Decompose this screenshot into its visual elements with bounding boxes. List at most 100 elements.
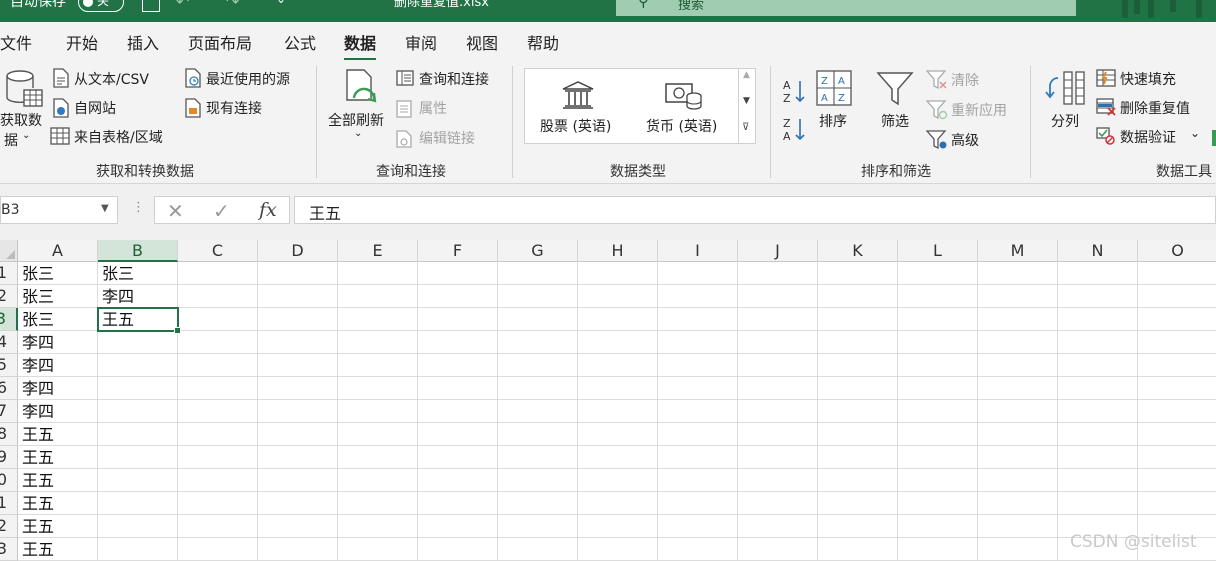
row-header-13[interactable]: 13 xyxy=(0,538,18,561)
cell-a4[interactable]: 李四 xyxy=(18,331,98,354)
row-header-7[interactable]: 7 xyxy=(0,400,18,423)
select-all-corner[interactable] xyxy=(0,240,18,262)
cell-b2[interactable]: 李四 xyxy=(98,285,178,308)
row-header-8[interactable]: 8 xyxy=(0,423,18,446)
row-header-11[interactable]: 11 xyxy=(0,492,18,515)
column-header-a[interactable]: A xyxy=(18,240,98,262)
row-number: 6 xyxy=(0,377,7,399)
row-number: 7 xyxy=(0,400,7,422)
cell-a11[interactable]: 王五 xyxy=(18,492,98,515)
row-header-1[interactable]: 1 xyxy=(0,262,18,285)
column-header-b[interactable]: B xyxy=(98,240,178,262)
row-header-12[interactable]: 12 xyxy=(0,515,18,538)
column-header-h[interactable]: H xyxy=(578,240,658,262)
tab-review[interactable]: 审阅 xyxy=(405,30,437,54)
row-header-10[interactable]: 10 xyxy=(0,469,18,492)
cell-a3[interactable]: 张三 xyxy=(18,308,98,331)
column-header-k[interactable]: K xyxy=(818,240,898,262)
tab-formulas[interactable]: 公式 xyxy=(284,30,316,54)
stocks-label: 股票 (英语) xyxy=(540,119,612,135)
svg-text:A: A xyxy=(783,130,791,142)
search-box[interactable]: ⚲ 搜索 xyxy=(616,0,1076,16)
cell-a10[interactable]: 王五 xyxy=(18,469,98,492)
name-box[interactable]: B3 ▼ xyxy=(0,196,118,224)
funnel-icon xyxy=(876,72,914,106)
row-number: 13 xyxy=(0,538,7,560)
row-header-6[interactable]: 6 xyxy=(0,377,18,400)
customize-qat-icon[interactable]: ⌄ xyxy=(276,0,286,6)
cancel-icon[interactable]: ✕ xyxy=(167,199,184,223)
file-name[interactable]: 删除重复值.xlsx xyxy=(394,0,489,10)
svg-text:Z: Z xyxy=(821,76,828,87)
search-placeholder: 搜索 xyxy=(678,0,705,13)
gallery-more-icon[interactable]: ⊽ xyxy=(742,122,749,133)
cell-a8[interactable]: 王五 xyxy=(18,423,98,446)
tab-data[interactable]: 数据 xyxy=(344,30,377,61)
cell-a9[interactable]: 王五 xyxy=(18,446,98,469)
search-icon: ⚲ xyxy=(638,0,649,10)
column-header-o[interactable]: O xyxy=(1138,240,1216,262)
cell-a1[interactable]: 张三 xyxy=(18,262,98,285)
row-header-9[interactable]: 9 xyxy=(0,446,18,469)
from-text-label: 从文本/CSV xyxy=(74,72,149,88)
filter-label: 筛选 xyxy=(881,114,909,130)
gallery-scroll[interactable]: ▲ ▼ ⊽ xyxy=(738,68,756,144)
column-header-d[interactable]: D xyxy=(258,240,338,262)
group-separator xyxy=(1030,66,1031,178)
save-icon[interactable] xyxy=(142,0,160,12)
row-header-2[interactable]: 2 xyxy=(0,285,18,308)
formula-input[interactable]: 王五 xyxy=(294,196,1216,224)
column-header-l[interactable]: L xyxy=(898,240,978,262)
cell-a5[interactable]: 李四 xyxy=(18,354,98,377)
column-header-n[interactable]: N xyxy=(1058,240,1138,262)
data-validation-icon xyxy=(1096,127,1115,145)
queries-connections-label: 查询和连接 xyxy=(419,72,489,88)
connection-file-icon xyxy=(185,98,201,118)
flash-fill-icon xyxy=(1096,69,1116,87)
column-header-c[interactable]: C xyxy=(178,240,258,262)
spreadsheet-grid[interactable]: ABCDEFGHIJKLMNO 12345678910111213 张三张三张三… xyxy=(0,240,1216,561)
row-number: 11 xyxy=(0,492,7,514)
tab-page-layout[interactable]: 页面布局 xyxy=(188,30,252,54)
column-header-i[interactable]: I xyxy=(658,240,738,262)
tab-help[interactable]: 帮助 xyxy=(527,30,559,54)
column-header-g[interactable]: G xyxy=(498,240,578,262)
cell-a2[interactable]: 张三 xyxy=(18,285,98,308)
cell-a12[interactable]: 王五 xyxy=(18,515,98,538)
title-decoration xyxy=(1118,0,1208,22)
tab-home[interactable]: 开始 xyxy=(66,30,98,54)
row-header-4[interactable]: 4 xyxy=(0,331,18,354)
cell-a13[interactable]: 王五 xyxy=(18,538,98,561)
cell-a6[interactable]: 李四 xyxy=(18,377,98,400)
row-header-5[interactable]: 5 xyxy=(0,354,18,377)
chevron-down-icon: ⌄ xyxy=(1190,126,1201,140)
column-header-m[interactable]: M xyxy=(978,240,1058,262)
scroll-up-icon[interactable]: ▲ xyxy=(743,70,750,80)
cell-b1[interactable]: 张三 xyxy=(98,262,178,285)
grid-line xyxy=(18,468,1216,469)
chevron-down-icon[interactable]: ▼ xyxy=(101,203,109,214)
scroll-down-icon[interactable]: ▼ xyxy=(743,96,750,106)
redo-icon[interactable]: ↷ xyxy=(226,0,239,11)
grid-line xyxy=(18,376,1216,377)
column-header-j[interactable]: J xyxy=(738,240,818,262)
from-table-label: 来自表格/区域 xyxy=(74,130,163,146)
row-header-3[interactable]: 3 xyxy=(0,308,18,331)
undo-icon[interactable]: ↶ xyxy=(176,0,189,11)
web-page-icon xyxy=(53,98,69,118)
column-header-f[interactable]: F xyxy=(418,240,498,262)
grid-line xyxy=(18,307,1216,308)
formula-bar-handle[interactable]: ⋮ xyxy=(132,200,145,215)
insert-function-icon[interactable]: fx xyxy=(259,199,277,221)
tab-insert[interactable]: 插入 xyxy=(127,30,159,54)
recent-sources-label: 最近使用的源 xyxy=(206,72,290,88)
column-header-e[interactable]: E xyxy=(338,240,418,262)
cell-a7[interactable]: 李四 xyxy=(18,400,98,423)
chevron-down-icon: ⌄ xyxy=(354,128,363,139)
tab-view[interactable]: 视图 xyxy=(466,30,498,54)
autosave-toggle[interactable]: 关 xyxy=(78,0,124,12)
tab-file[interactable]: 文件 xyxy=(0,30,32,54)
from-web-label: 自网站 xyxy=(74,101,116,117)
enter-icon[interactable]: ✓ xyxy=(213,199,230,223)
currency-icon xyxy=(665,83,702,110)
